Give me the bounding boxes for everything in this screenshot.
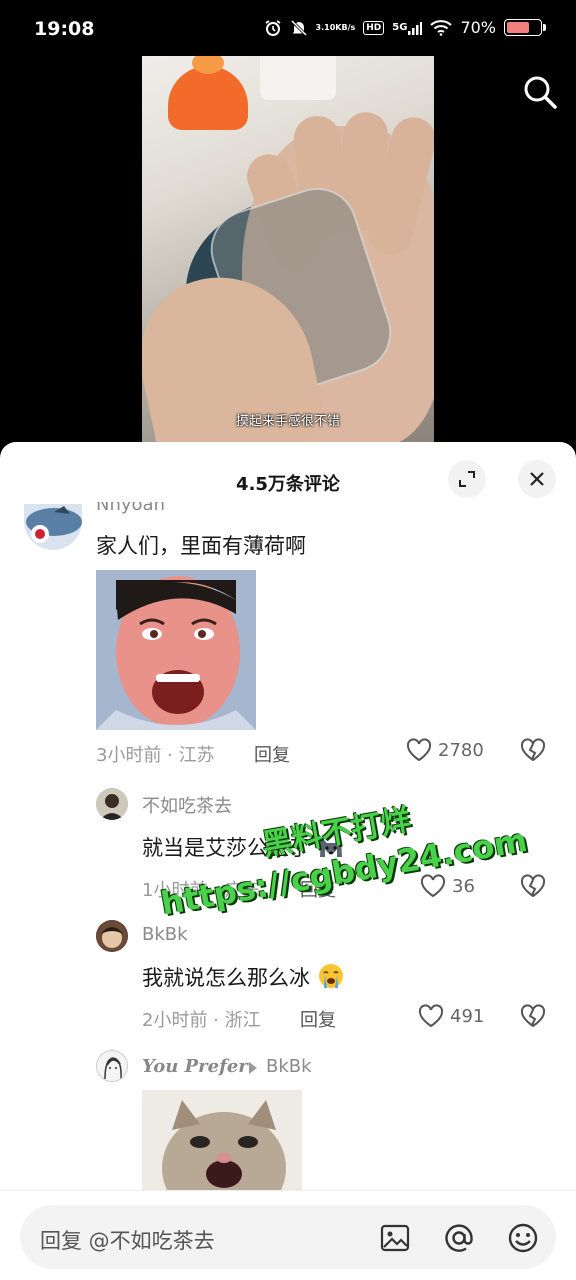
- avatar-image: [26, 506, 82, 543]
- reply-button[interactable]: 回复: [300, 876, 336, 902]
- status-bar: 19:08 3.10 KB/s HD 5G 70%: [0, 0, 576, 56]
- video-scene-object: [260, 56, 336, 100]
- comment-input-bar: 回复 @不如吃茶去: [0, 1190, 576, 1280]
- net-speed: 3.10 KB/s: [315, 22, 356, 32]
- heart-icon: [418, 1004, 444, 1028]
- battery-icon: [504, 19, 546, 36]
- comment-text-content: 就当是艾莎公主了: [142, 836, 310, 860]
- avatar[interactable]: [96, 788, 128, 820]
- status-icons: 3.10 KB/s HD 5G 70%: [264, 18, 546, 37]
- broken-heart-icon: [520, 738, 546, 762]
- reply-to-username[interactable]: BkBk: [266, 1056, 312, 1077]
- close-button[interactable]: [518, 460, 556, 498]
- reply-comment-item: You Prefer BkBk: [0, 1048, 576, 1198]
- like-button[interactable]: 36: [420, 874, 475, 898]
- video-subtitle: 摸起来手感很不错: [235, 414, 340, 429]
- husky-emoji-icon: [319, 837, 342, 857]
- comment-username[interactable]: Nnyoan: [96, 502, 165, 515]
- image-icon: [380, 1224, 410, 1252]
- reply-arrow-icon: [248, 1060, 258, 1079]
- battery-level: [507, 22, 530, 33]
- search-icon: [524, 76, 557, 109]
- screaming-cat-image: [142, 1090, 302, 1194]
- mute-bell-icon: [290, 19, 308, 37]
- comment-username[interactable]: 不如吃茶去: [142, 792, 232, 818]
- image-picker-button[interactable]: [378, 1221, 412, 1255]
- at-sign-icon: [445, 1224, 473, 1252]
- search-button[interactable]: [522, 74, 558, 110]
- crying-emoji-icon: [318, 964, 343, 988]
- expand-icon: [459, 471, 475, 487]
- network-type: 5G: [392, 22, 408, 33]
- comment-image[interactable]: [96, 570, 256, 730]
- crying-face-image: [96, 570, 256, 730]
- battery-percent: 70%: [460, 18, 496, 37]
- comment-text[interactable]: 我就说怎么那么冰: [142, 962, 345, 992]
- net-speed-unit: KB/s: [335, 22, 356, 32]
- avatar[interactable]: [96, 920, 128, 952]
- avatar[interactable]: [96, 1050, 128, 1082]
- reply-comment-item: 不如吃茶去 就当是艾莎公主了 1小时前 · 广东 回复 36: [0, 786, 576, 906]
- comment-input[interactable]: 回复 @不如吃茶去: [20, 1205, 556, 1269]
- comments-count-title: 4.5万条评论: [236, 474, 340, 495]
- broken-heart-icon: [520, 874, 546, 898]
- comment-image[interactable]: [142, 1090, 302, 1194]
- like-count: 2780: [438, 739, 484, 761]
- comment-meta: 3小时前 · 江苏: [96, 745, 215, 766]
- dislike-button[interactable]: [520, 1004, 546, 1032]
- dislike-button[interactable]: [520, 874, 546, 902]
- avatar[interactable]: [24, 504, 82, 550]
- hd-badge: HD: [363, 20, 385, 35]
- comment-text[interactable]: 家人们，里面有薄荷啊: [96, 530, 306, 560]
- expand-button[interactable]: [448, 460, 486, 498]
- comment-meta: 1小时前 · 广东: [142, 880, 261, 901]
- emoji-icon: [508, 1223, 538, 1253]
- avatar-image: [96, 788, 128, 820]
- comment-text-content: 我就说怎么那么冰: [142, 966, 310, 990]
- reply-comment-item: BkBk 我就说怎么那么冰 2小时前 · 浙江 回复 491: [0, 918, 576, 1038]
- mention-button[interactable]: [442, 1221, 476, 1255]
- like-count: 36: [452, 875, 475, 897]
- broken-heart-icon: [520, 1004, 546, 1028]
- like-count: 491: [450, 1005, 485, 1027]
- reply-button[interactable]: 回复: [254, 741, 290, 767]
- comment-input-placeholder: 回复 @不如吃茶去: [40, 1229, 215, 1253]
- video-scene-object: [168, 66, 248, 130]
- avatar-image: [97, 1051, 127, 1081]
- like-button[interactable]: 491: [418, 1004, 484, 1028]
- dislike-button[interactable]: [520, 738, 546, 766]
- comment-text[interactable]: 就当是艾莎公主了: [142, 832, 345, 862]
- wifi-icon: [430, 19, 453, 36]
- alarm-icon: [264, 19, 282, 37]
- video-player[interactable]: 摸起来手感很不错: [0, 56, 576, 446]
- like-button[interactable]: 2780: [406, 738, 484, 762]
- comment-username[interactable]: You Prefer: [142, 1056, 248, 1077]
- video-frame[interactable]: 摸起来手感很不错: [142, 56, 434, 446]
- heart-icon: [420, 874, 446, 898]
- close-icon: [530, 472, 544, 486]
- avatar-image: [96, 920, 128, 952]
- heart-icon: [406, 738, 432, 762]
- cellular-5g-icon: 5G: [392, 21, 423, 35]
- comment-item: Nnyoan 家人们，里面有薄荷啊 3小时前 · 江苏 回复 2780: [0, 500, 576, 775]
- comments-sheet: 4.5万条评论 Nnyoan 家人们，里面有薄荷啊 3小时前 · 江苏 回复 2…: [0, 442, 576, 1280]
- net-speed-value: 3.10: [315, 22, 336, 32]
- comment-meta: 2小时前 · 浙江: [142, 1010, 261, 1031]
- comment-username[interactable]: BkBk: [142, 924, 188, 945]
- emoji-button[interactable]: [506, 1221, 540, 1255]
- clock: 19:08: [34, 18, 95, 40]
- reply-button[interactable]: 回复: [300, 1006, 336, 1032]
